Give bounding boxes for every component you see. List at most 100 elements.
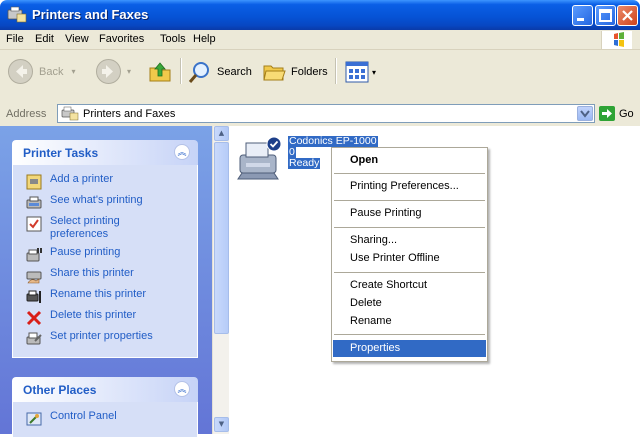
menu-item-pause-printing[interactable]: Pause Printing — [333, 205, 486, 222]
task-add-printer[interactable]: Add a printer — [13, 173, 197, 194]
printer-icon[interactable] — [236, 135, 284, 181]
share-printer-icon — [26, 271, 42, 284]
task-label: Rename this printer — [50, 288, 146, 300]
menu-item-open[interactable]: Open — [333, 152, 486, 169]
address-field[interactable]: Printers and Faxes — [57, 104, 595, 123]
task-label: Add a printer — [50, 173, 113, 185]
scroll-thumb[interactable] — [214, 142, 229, 334]
menu-separator — [334, 173, 485, 174]
add-printer-icon — [26, 174, 42, 190]
printers-folder-icon — [7, 6, 27, 23]
task-label: Select printing preferences — [50, 215, 120, 240]
address-bar: Address Printers and Faxes Go — [0, 102, 640, 127]
task-label: Pause printing — [50, 246, 121, 258]
place-control-panel[interactable]: Control Panel — [13, 410, 197, 431]
address-label: Address — [6, 108, 47, 120]
window-title: Printers and Faxes — [32, 7, 149, 22]
task-delete-printer[interactable]: Delete this printer — [13, 309, 197, 330]
menu-separator — [334, 334, 485, 335]
search-button[interactable]: Search — [188, 60, 252, 84]
forward-arrow-icon — [96, 59, 121, 84]
views-button[interactable]: ▾ — [345, 61, 376, 83]
task-label: Set printer properties — [50, 330, 153, 342]
forward-dropdown-icon[interactable]: ▾ — [127, 67, 131, 76]
search-label: Search — [217, 66, 252, 78]
menu-item-rename[interactable]: Rename — [333, 313, 486, 330]
printer-properties-icon — [26, 332, 42, 345]
menu-help[interactable]: Help — [193, 33, 216, 45]
views-dropdown-icon[interactable]: ▾ — [372, 68, 376, 77]
address-value: Printers and Faxes — [83, 108, 176, 120]
task-see-printing[interactable]: See what's printing — [13, 194, 197, 215]
control-panel-icon — [26, 412, 42, 426]
back-arrow-icon — [8, 59, 33, 84]
menu-item-create-shortcut[interactable]: Create Shortcut — [333, 277, 486, 294]
back-label: Back — [39, 65, 64, 78]
standard-toolbar: Back ▾ ▾ Search Folders ▾ — [0, 50, 640, 103]
printer-status: Ready — [288, 157, 321, 169]
task-set-properties[interactable]: Set printer properties — [13, 330, 197, 351]
menu-file[interactable]: File — [6, 33, 24, 45]
go-arrow-icon — [599, 106, 615, 121]
toolbar-separator — [335, 58, 337, 84]
close-button[interactable] — [617, 5, 638, 26]
scroll-down-button[interactable]: ▼ — [214, 417, 229, 432]
scroll-up-button[interactable]: ▲ — [214, 126, 229, 141]
print-queue-icon — [26, 196, 42, 209]
other-places-list: Control Panel — [12, 402, 198, 438]
minimize-icon — [577, 18, 584, 21]
printer-tasks-title: Printer Tasks — [23, 146, 99, 160]
up-folder-icon — [149, 62, 171, 82]
views-icon — [345, 61, 369, 83]
menu-item-use-offline[interactable]: Use Printer Offline — [333, 250, 486, 267]
collapse-icon[interactable]: ︽ — [174, 381, 190, 397]
menu-view[interactable]: View — [65, 33, 89, 45]
menu-edit[interactable]: Edit — [35, 33, 54, 45]
back-dropdown-icon[interactable]: ▾ — [71, 67, 75, 76]
menu-separator — [334, 227, 485, 228]
other-places-panel: Other Places ︽ Control Panel — [12, 377, 198, 438]
delete-icon — [26, 310, 42, 326]
menu-item-properties[interactable]: Properties — [333, 340, 486, 357]
preferences-icon — [26, 216, 42, 232]
printer-tasks-header[interactable]: Printer Tasks ︽ — [12, 140, 198, 165]
windows-flag-icon — [614, 32, 624, 47]
windows-logo — [601, 31, 632, 49]
printer-name: Codonics EP-1000 — [288, 135, 378, 147]
chevron-down-icon — [580, 110, 590, 118]
search-icon — [188, 62, 209, 83]
back-button[interactable]: Back ▾ — [7, 58, 75, 85]
menu-favorites[interactable]: Favorites — [99, 33, 144, 45]
rename-printer-icon — [26, 290, 41, 303]
maximize-button[interactable] — [595, 5, 616, 26]
place-label: Control Panel — [50, 410, 117, 422]
task-pause-printing[interactable]: Pause printing — [13, 246, 197, 267]
title-bar: Printers and Faxes — [0, 0, 640, 30]
menu-tools[interactable]: Tools — [160, 33, 186, 45]
task-select-preferences[interactable]: Select printing preferences — [13, 215, 197, 246]
go-button[interactable]: Go — [599, 106, 634, 121]
address-dropdown-button[interactable] — [577, 106, 593, 121]
other-places-title: Other Places — [23, 383, 97, 397]
menu-separator — [334, 272, 485, 273]
go-label: Go — [619, 107, 634, 120]
task-label: Share this printer — [50, 267, 134, 279]
folders-icon — [263, 65, 286, 81]
folders-button[interactable]: Folders — [262, 60, 328, 84]
forward-button[interactable]: ▾ — [95, 58, 131, 85]
task-rename-printer[interactable]: Rename this printer — [13, 288, 197, 309]
task-share-printer[interactable]: Share this printer — [13, 267, 197, 288]
collapse-icon[interactable]: ︽ — [174, 144, 190, 160]
context-menu: Open Printing Preferences... Pause Print… — [331, 147, 488, 362]
menu-item-delete[interactable]: Delete — [333, 295, 486, 312]
menu-separator — [334, 200, 485, 201]
menu-item-sharing[interactable]: Sharing... — [333, 232, 486, 249]
menu-item-printing-preferences[interactable]: Printing Preferences... — [333, 178, 486, 195]
task-pane-scrollbar[interactable]: ▲ ▼ — [212, 126, 229, 434]
other-places-header[interactable]: Other Places ︽ — [12, 377, 198, 402]
printer-tasks-list: Add a printer See what's printing Select… — [12, 165, 198, 358]
pause-printer-icon — [26, 248, 42, 262]
menu-bar: File Edit View Favorites Tools Help — [0, 30, 640, 50]
up-folder-button[interactable] — [148, 60, 172, 84]
minimize-button[interactable] — [572, 5, 593, 26]
